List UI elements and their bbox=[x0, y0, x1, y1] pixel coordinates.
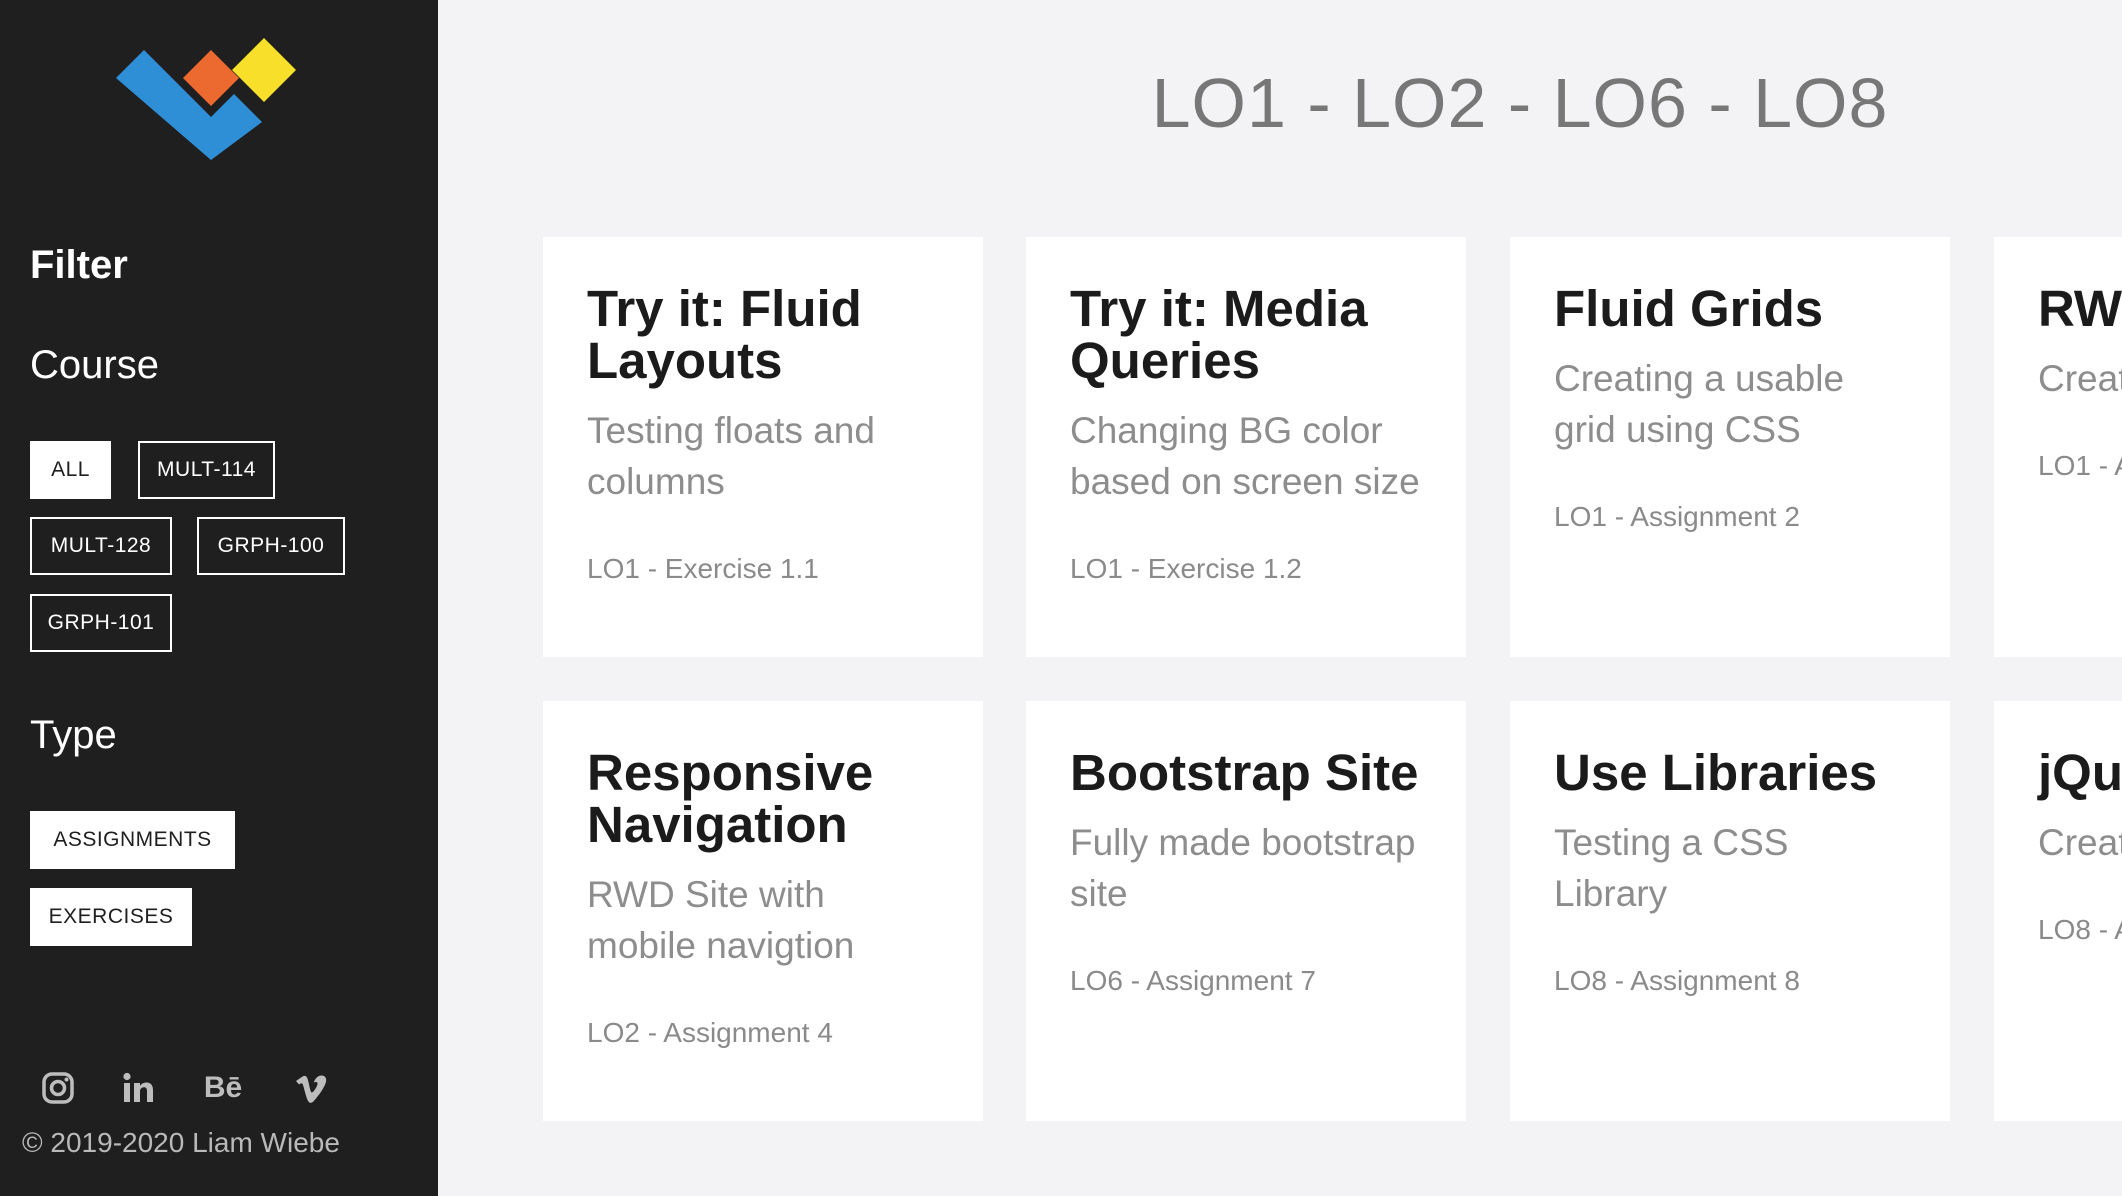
linkedin-icon[interactable] bbox=[118, 1068, 158, 1108]
card-meta: LO8 - A bbox=[2038, 914, 2122, 945]
card-meta: LO1 - A bbox=[2038, 450, 2122, 481]
project-card-bootstrap-site[interactable]: Bootstrap Site Fully made bootstrap site… bbox=[1026, 701, 1466, 1121]
card-description: Fully made bootstrap site bbox=[1070, 822, 1416, 914]
card-meta: LO1 - Exercise 1.2 bbox=[1070, 553, 1302, 584]
project-card-responsive-navigation[interactable]: Responsive Navigation RWD Site with mobi… bbox=[543, 701, 983, 1121]
instagram-icon[interactable] bbox=[38, 1068, 78, 1108]
card-meta: LO8 - Assignment 8 bbox=[1554, 965, 1800, 996]
card-title: Fluid Grids bbox=[1554, 280, 1824, 337]
card-title: jQu bbox=[2038, 744, 2122, 801]
card-description: Creat site w bbox=[2038, 822, 2122, 863]
card-title: Try it: Fluid Layouts bbox=[587, 280, 862, 389]
project-card-use-libraries[interactable]: Use Libraries Testing a CSS Library LO8 … bbox=[1510, 701, 1950, 1121]
vimeo-icon[interactable] bbox=[292, 1068, 332, 1108]
filter-chip-assignments[interactable]: ASSIGNMENTS bbox=[30, 811, 235, 869]
type-title: Type bbox=[30, 713, 117, 757]
filter-chip-mult-128[interactable]: MULT-128 bbox=[30, 517, 172, 575]
card-description: Testing floats and columns bbox=[587, 410, 875, 502]
filter-chip-all[interactable]: ALL bbox=[30, 441, 111, 499]
card-description: Testing a CSS Library bbox=[1554, 822, 1789, 914]
card-meta: LO6 - Assignment 7 bbox=[1070, 965, 1316, 996]
behance-label: Bē bbox=[203, 1071, 243, 1104]
project-card-fluid-layouts[interactable]: Try it: Fluid Layouts Testing floats and… bbox=[543, 237, 983, 657]
card-meta: LO2 - Assignment 4 bbox=[587, 1017, 833, 1048]
main-content: LO1 - LO2 - LO6 - LO8 Try it: Fluid Layo… bbox=[438, 0, 2122, 1196]
project-card-fluid-grids[interactable]: Fluid Grids Creating a usable grid using… bbox=[1510, 237, 1950, 657]
filter-chip-exercises[interactable]: EXERCISES bbox=[30, 888, 192, 946]
card-description: Creat home bbox=[2038, 358, 2122, 399]
copyright-text: © 2019-2020 Liam Wiebe bbox=[22, 1127, 340, 1158]
card-title: Use Libraries bbox=[1554, 744, 1878, 801]
card-title: RW Hor bbox=[2038, 280, 2122, 337]
project-card-jquery-site[interactable]: jQu Creat site w LO8 - A bbox=[1994, 701, 2122, 1121]
project-card-media-queries[interactable]: Try it: Media Queries Changing BG color … bbox=[1026, 237, 1466, 657]
card-description: Changing BG color based on screen size bbox=[1070, 410, 1420, 502]
card-meta: LO1 - Exercise 1.1 bbox=[587, 553, 819, 584]
card-title: Bootstrap Site bbox=[1070, 744, 1419, 801]
card-description: Creating a usable grid using CSS bbox=[1554, 358, 1845, 450]
card-title: Responsive Navigation bbox=[587, 744, 874, 853]
page-title: LO1 - LO2 - LO6 - LO8 bbox=[1151, 64, 1889, 142]
filter-title: Filter bbox=[30, 243, 128, 287]
behance-icon[interactable]: Bē bbox=[198, 1068, 248, 1108]
filter-chip-mult-114[interactable]: MULT-114 bbox=[138, 441, 275, 499]
logo-icon[interactable] bbox=[116, 38, 302, 160]
filter-chip-grph-100[interactable]: GRPH-100 bbox=[197, 517, 345, 575]
course-title: Course bbox=[30, 343, 159, 387]
card-description: RWD Site with mobile navigtion bbox=[587, 874, 855, 966]
card-title: Try it: Media Queries bbox=[1070, 280, 1368, 389]
filter-chip-grph-101[interactable]: GRPH-101 bbox=[30, 594, 172, 652]
card-meta: LO1 - Assignment 2 bbox=[1554, 501, 1800, 532]
sidebar: Filter Course ALL MULT-114 MULT-128 GRPH… bbox=[0, 0, 438, 1196]
project-card-rwd-homepage[interactable]: RW Hor Creat home LO1 - A bbox=[1994, 237, 2122, 657]
